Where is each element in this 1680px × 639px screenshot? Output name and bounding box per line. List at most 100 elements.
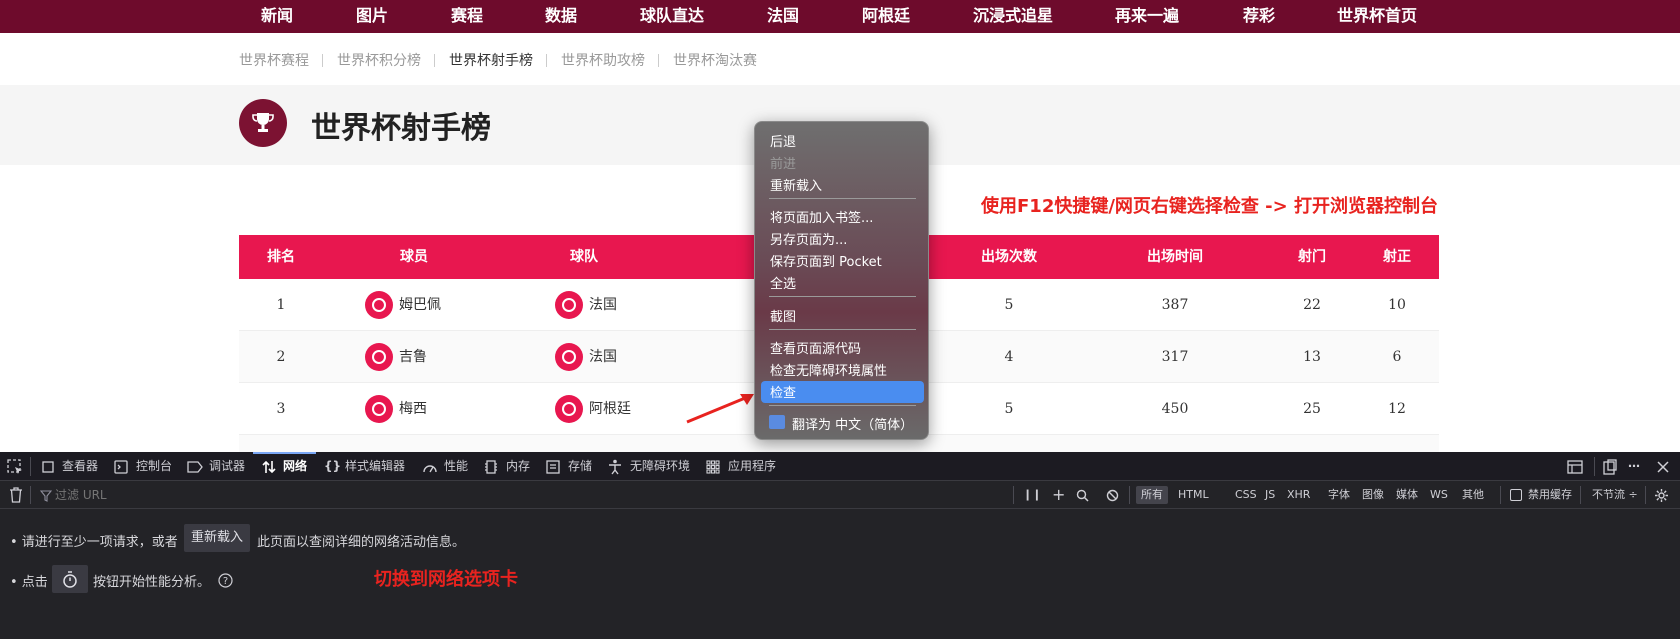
reload-button[interactable]: 重新载入 <box>184 524 250 552</box>
team-flag-icon <box>555 395 583 423</box>
block-icon[interactable] <box>1106 489 1119 502</box>
menu-translate[interactable]: 翻译为 中文（简体） <box>792 414 913 433</box>
menu-a11y-inspect[interactable]: 检查无障碍环境属性 <box>770 360 887 379</box>
type-media[interactable]: 媒体 <box>1391 486 1423 504</box>
trophy-icon <box>239 99 287 147</box>
plus-icon[interactable]: + <box>1047 486 1070 504</box>
menu-pocket[interactable]: 保存页面到 Pocket <box>770 251 882 270</box>
gear-icon[interactable] <box>1654 488 1669 503</box>
header-rank[interactable]: 排名 <box>239 235 323 279</box>
subnav-standings[interactable]: 世界杯积分榜 <box>337 50 421 70</box>
menu-back[interactable]: 后退 <box>770 131 796 150</box>
annotation-arrow-icon <box>686 394 754 424</box>
disable-cache-checkbox[interactable] <box>1510 489 1522 501</box>
subnav-schedule[interactable]: 世界杯赛程 <box>239 50 309 70</box>
performance-icon <box>423 465 437 473</box>
nav-replay[interactable]: 再来一遍 <box>1115 0 1179 33</box>
dock-icon[interactable] <box>1602 459 1618 475</box>
tab-performance[interactable]: 性能 <box>444 452 468 481</box>
divider <box>1594 457 1595 476</box>
tab-console[interactable]: 控制台 <box>136 452 172 481</box>
divider <box>30 457 31 476</box>
more-options-icon[interactable]: ⋯ <box>1628 452 1640 481</box>
subnav-knockout[interactable]: 世界杯淘汰赛 <box>673 50 757 70</box>
subnav-assists[interactable]: 世界杯助攻榜 <box>561 50 645 70</box>
type-html[interactable]: HTML <box>1173 486 1214 504</box>
nav-lottery[interactable]: 荐彩 <box>1243 0 1275 33</box>
stopwatch-button[interactable] <box>52 565 88 593</box>
throttle-select[interactable]: 不节流 ÷ <box>1587 486 1643 504</box>
nav-france[interactable]: 法国 <box>767 0 799 33</box>
type-all[interactable]: 所有 <box>1136 486 1168 504</box>
tab-network[interactable]: 网络 <box>283 452 307 481</box>
cell-team[interactable]: 阿根廷 <box>589 383 631 435</box>
tab-application[interactable]: 应用程序 <box>728 452 776 481</box>
nav-schedule[interactable]: 赛程 <box>451 0 483 33</box>
subnav-scorers[interactable]: 世界杯射手榜 <box>449 50 533 70</box>
cell-team[interactable]: 法国 <box>589 279 617 331</box>
nav-worldcup-home[interactable]: 世界杯首页 <box>1337 0 1417 33</box>
header-minutes[interactable]: 出场时间 <box>1125 235 1225 279</box>
tab-storage[interactable]: 存储 <box>568 452 592 481</box>
tab-inspector[interactable]: 查看器 <box>62 452 98 481</box>
cell-minutes: 317 <box>1161 349 1189 365</box>
cell-player[interactable]: 姆巴佩 <box>399 279 441 331</box>
divider <box>30 486 31 504</box>
header-appearances[interactable]: 出场次数 <box>959 235 1059 279</box>
tab-memory[interactable]: 内存 <box>506 452 530 481</box>
nav-teams[interactable]: 球队直达 <box>640 0 704 33</box>
header-team[interactable]: 球队 <box>544 235 624 279</box>
trash-icon[interactable] <box>9 487 23 503</box>
cell-shots: 13 <box>1303 349 1321 365</box>
network-icon <box>262 460 276 474</box>
style-editor-icon: {} <box>324 459 342 473</box>
filter-icon <box>40 490 52 502</box>
filter-url-input[interactable] <box>55 481 955 509</box>
menu-divider <box>769 405 916 406</box>
nav-pictures[interactable]: 图片 <box>356 0 388 33</box>
cell-rank: 2 <box>276 349 286 365</box>
cell-appearances: 5 <box>1004 401 1014 417</box>
nav-star[interactable]: 沉浸式追星 <box>973 0 1053 33</box>
menu-save-as[interactable]: 另存页面为... <box>770 229 847 248</box>
cell-team[interactable]: 法国 <box>589 331 617 383</box>
type-xhr[interactable]: XHR <box>1282 486 1315 504</box>
player-avatar-icon <box>365 343 393 371</box>
type-css[interactable]: CSS <box>1230 486 1262 504</box>
type-ws[interactable]: WS <box>1425 486 1453 504</box>
search-icon[interactable] <box>1076 489 1089 502</box>
type-other[interactable]: 其他 <box>1457 486 1489 504</box>
annotation-open-devtools: 使用F12快捷键/网页右键选择检查 -> 打开浏览器控制台 <box>981 196 1439 217</box>
cell-player[interactable]: 梅西 <box>399 383 427 435</box>
help-icon[interactable]: ? <box>218 573 233 588</box>
empty-message-1-tail: 此页面以查阅详细的网络活动信息。 <box>257 535 466 550</box>
header-on-target[interactable]: 射正 <box>1372 235 1422 279</box>
menu-screenshot[interactable]: 截图 <box>770 306 796 325</box>
type-image[interactable]: 图像 <box>1357 486 1389 504</box>
team-flag-icon <box>555 343 583 371</box>
divider <box>658 54 659 67</box>
team-flag-icon <box>555 291 583 319</box>
tab-style-editor[interactable]: 样式编辑器 <box>345 452 405 481</box>
nav-argentina[interactable]: 阿根廷 <box>862 0 910 33</box>
menu-select-all[interactable]: 全选 <box>770 273 796 292</box>
responsive-design-icon[interactable] <box>1567 460 1583 474</box>
menu-view-source[interactable]: 查看页面源代码 <box>770 338 861 357</box>
menu-inspect[interactable]: 检查 <box>770 382 796 401</box>
header-shots[interactable]: 射门 <box>1287 235 1337 279</box>
cell-player[interactable]: 吉鲁 <box>399 331 427 383</box>
nav-news[interactable]: 新闻 <box>261 0 293 33</box>
disable-cache-label[interactable]: 禁用缓存 <box>1523 486 1577 504</box>
menu-reload[interactable]: 重新载入 <box>770 175 822 194</box>
console-icon <box>114 460 128 474</box>
type-js[interactable]: JS <box>1260 486 1280 504</box>
type-font[interactable]: 字体 <box>1323 486 1355 504</box>
tab-debugger[interactable]: 调试器 <box>209 452 245 481</box>
menu-bookmark[interactable]: 将页面加入书签... <box>770 207 873 226</box>
element-picker-icon[interactable] <box>7 459 23 475</box>
header-player[interactable]: 球员 <box>369 235 459 279</box>
pause-icon[interactable]: ❙❙ <box>1018 486 1046 504</box>
close-icon[interactable] <box>1657 461 1669 473</box>
tab-accessibility[interactable]: 无障碍环境 <box>630 452 690 481</box>
nav-data[interactable]: 数据 <box>545 0 577 33</box>
